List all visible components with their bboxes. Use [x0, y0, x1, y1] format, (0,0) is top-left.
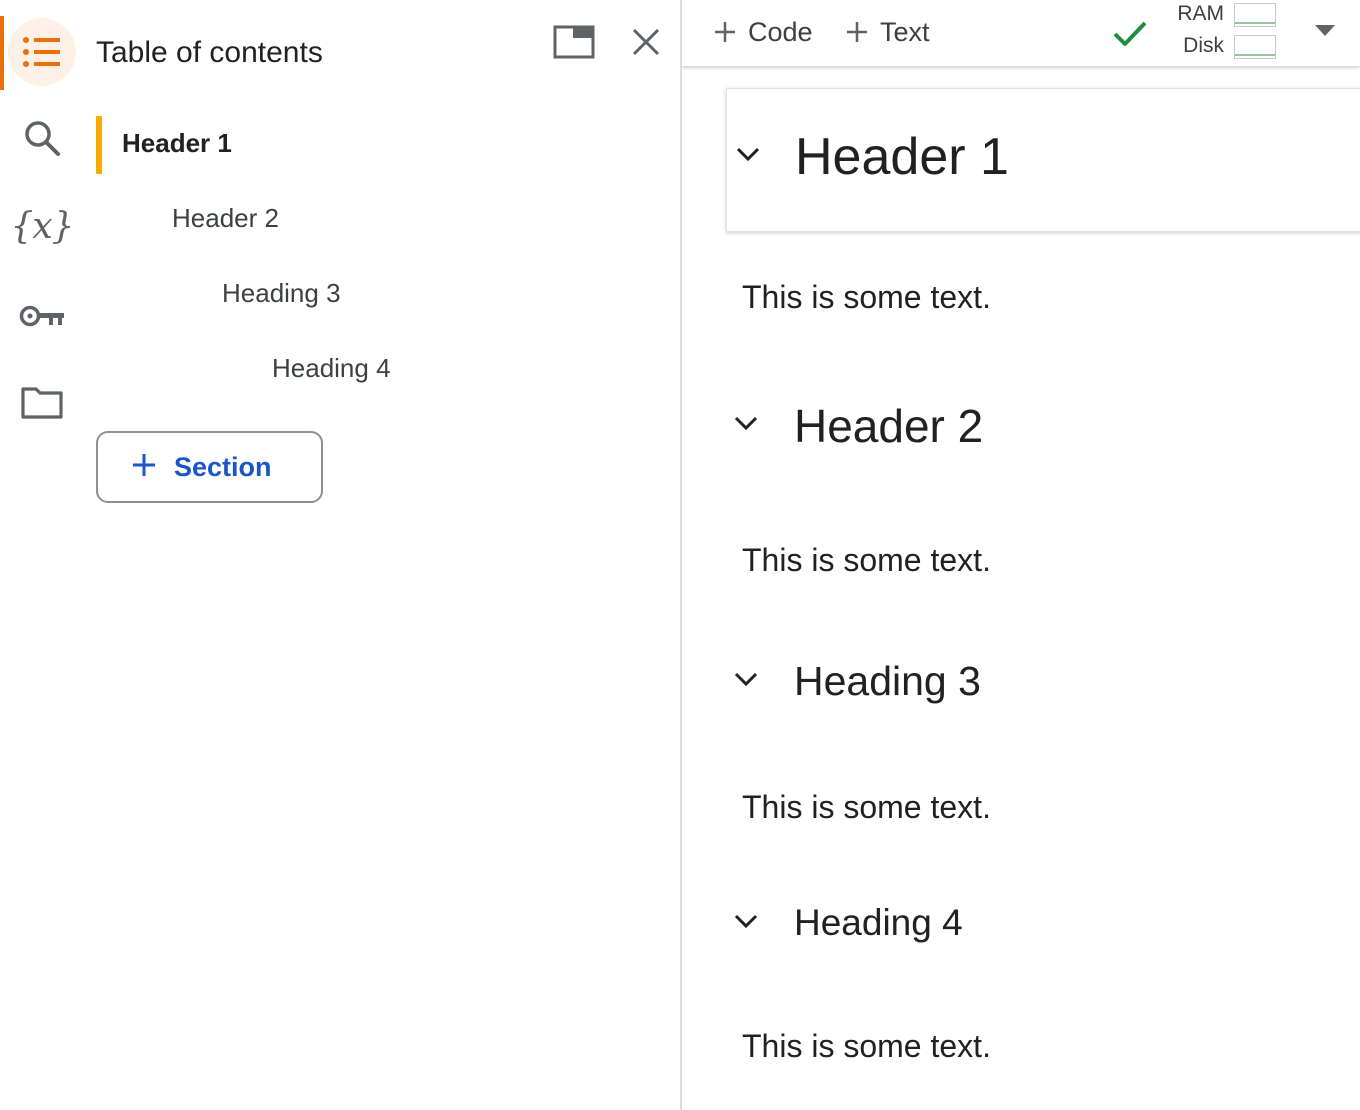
- cell-heading: Header 2: [794, 400, 984, 452]
- rail-variables-button[interactable]: {x}: [0, 188, 84, 264]
- chevron-down-icon: [736, 146, 760, 167]
- open-in-window-icon: [553, 25, 595, 64]
- text-cell-header-1[interactable]: Header 1: [726, 88, 1360, 232]
- plus-icon: [846, 14, 868, 51]
- cell-text: This is some text.: [742, 279, 991, 315]
- toc-item-header-2[interactable]: Header 2: [172, 203, 279, 234]
- caret-down-icon: [1315, 24, 1335, 42]
- add-code-label: Code: [748, 16, 813, 47]
- chevron-down-icon: [734, 415, 758, 436]
- disk-usage-bar[interactable]: [1234, 35, 1276, 59]
- folder-icon: [21, 385, 63, 424]
- search-icon: [22, 118, 62, 163]
- cell-text: This is some text.: [742, 542, 991, 578]
- open-in-tab-button[interactable]: [550, 24, 598, 64]
- ram-label[interactable]: RAM: [1154, 2, 1224, 26]
- add-section-button[interactable]: Section: [96, 431, 323, 503]
- collapse-section-button[interactable]: [729, 906, 763, 940]
- key-icon: [19, 303, 65, 334]
- sidebar-rail: {x}: [0, 0, 84, 1110]
- close-icon: [631, 27, 661, 62]
- cell-text: This is some text.: [742, 789, 991, 825]
- toc-item-heading-4[interactable]: Heading 4: [272, 353, 391, 384]
- chevron-down-icon: [734, 913, 758, 934]
- toc-item-header-1[interactable]: Header 1: [122, 128, 232, 159]
- add-section-label: Section: [174, 451, 272, 482]
- rail-secrets-button[interactable]: [0, 280, 84, 356]
- cell-heading: Heading 3: [794, 658, 981, 704]
- toc-title: Table of contents: [96, 36, 323, 69]
- plus-icon: [714, 14, 736, 51]
- add-code-button[interactable]: Code: [714, 10, 813, 54]
- collapse-section-button[interactable]: [731, 139, 765, 173]
- runtime-dropdown-button[interactable]: [1308, 18, 1342, 48]
- toc-active-indicator: [96, 116, 102, 174]
- toc-list-icon: [8, 18, 76, 86]
- disk-label[interactable]: Disk: [1154, 34, 1224, 58]
- notebook-area: Code Text RAM Disk Header 1 This is some…: [682, 0, 1360, 1110]
- notebook-toolbar: Code Text RAM Disk: [682, 0, 1360, 66]
- add-text-button[interactable]: Text: [846, 10, 930, 54]
- cell-heading: Header 1: [795, 128, 1009, 186]
- plus-icon: [132, 453, 156, 482]
- variables-icon: {x}: [10, 205, 74, 247]
- rail-files-button[interactable]: [0, 366, 84, 442]
- check-icon[interactable]: [1108, 14, 1152, 54]
- cell-text: This is some text.: [742, 1028, 991, 1064]
- cell-heading: Heading 4: [794, 902, 963, 943]
- toc-item-heading-3[interactable]: Heading 3: [222, 278, 341, 309]
- collapse-section-button[interactable]: [729, 664, 763, 698]
- add-text-label: Text: [880, 16, 930, 47]
- rail-toc-button[interactable]: [0, 14, 84, 90]
- close-panel-button[interactable]: [624, 22, 668, 66]
- toc-panel: Table of contents Header 1 Header 2 Head…: [84, 0, 680, 1110]
- rail-search-button[interactable]: [0, 102, 84, 178]
- ram-usage-bar[interactable]: [1234, 3, 1276, 27]
- collapse-section-button[interactable]: [729, 408, 763, 442]
- chevron-down-icon: [734, 671, 758, 692]
